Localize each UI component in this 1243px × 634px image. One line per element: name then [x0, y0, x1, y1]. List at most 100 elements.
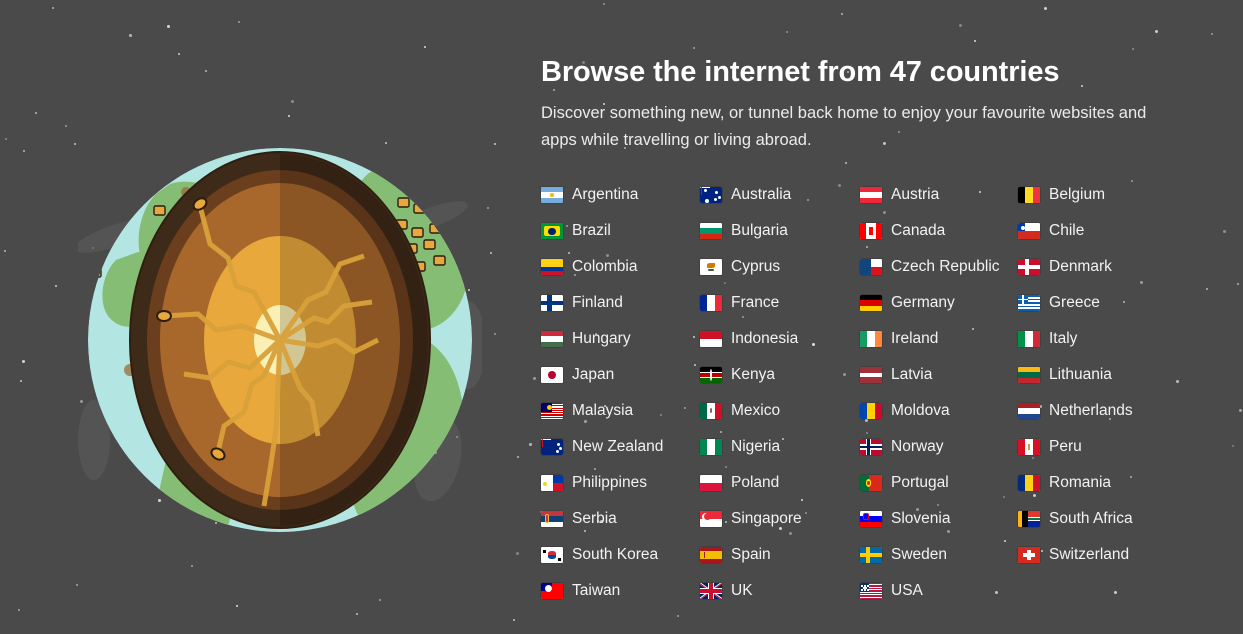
star-dot	[494, 333, 496, 335]
star-dot	[487, 207, 489, 209]
flag-ar-icon	[541, 187, 563, 203]
country-item-us[interactable]: USA	[860, 573, 1018, 609]
country-item-md[interactable]: Moldova	[860, 393, 1018, 429]
flag-fi-icon	[541, 295, 563, 311]
country-label: South Korea	[572, 546, 659, 564]
star-dot	[288, 115, 290, 117]
country-item-ke[interactable]: Kenya	[700, 357, 860, 393]
flag-ro-icon	[1018, 475, 1040, 491]
country-label: Italy	[1049, 330, 1078, 348]
country-label: UK	[731, 582, 753, 600]
country-label: Colombia	[572, 258, 638, 276]
country-label: Argentina	[572, 186, 639, 204]
country-item-es[interactable]: Spain	[700, 537, 860, 573]
globe-illustration	[78, 140, 482, 540]
country-item-sg[interactable]: Singapore	[700, 501, 860, 537]
country-label: Netherlands	[1049, 402, 1133, 420]
country-item-co[interactable]: Colombia	[541, 249, 700, 285]
country-item-lv[interactable]: Latvia	[860, 357, 1018, 393]
country-label: Kenya	[731, 366, 775, 384]
star-dot	[167, 25, 170, 28]
country-item-my[interactable]: Malaysia	[541, 393, 700, 429]
star-dot	[22, 360, 25, 363]
country-item-gr[interactable]: Greece	[1018, 285, 1178, 321]
country-item-ca[interactable]: Canada	[860, 213, 1018, 249]
country-label: Switzerland	[1049, 546, 1130, 564]
country-item-be[interactable]: Belgium	[1018, 177, 1178, 213]
country-item-fr[interactable]: France	[700, 285, 860, 321]
flag-br-icon	[541, 223, 563, 239]
country-item-no[interactable]: Norway	[860, 429, 1018, 465]
country-item-br[interactable]: Brazil	[541, 213, 700, 249]
flag-no-icon	[860, 439, 882, 455]
star-dot	[356, 613, 358, 615]
country-label: Romania	[1049, 474, 1112, 492]
country-item-nz[interactable]: New Zealand	[541, 429, 700, 465]
country-item-cl[interactable]: Chile	[1018, 213, 1178, 249]
country-item-au[interactable]: Australia	[700, 177, 860, 213]
country-item-dk[interactable]: Denmark	[1018, 249, 1178, 285]
country-item-pl[interactable]: Poland	[700, 465, 860, 501]
country-item-tw[interactable]: Taiwan	[541, 573, 700, 609]
country-item-at[interactable]: Austria	[860, 177, 1018, 213]
country-label: Lithuania	[1049, 366, 1112, 384]
country-item-ar[interactable]: Argentina	[541, 177, 700, 213]
country-item-ch[interactable]: Switzerland	[1018, 537, 1178, 573]
flag-gr-icon	[1018, 295, 1040, 311]
country-label: Cyprus	[731, 258, 781, 276]
country-item-hu[interactable]: Hungary	[541, 321, 700, 357]
country-item-fi[interactable]: Finland	[541, 285, 700, 321]
country-item-it[interactable]: Italy	[1018, 321, 1178, 357]
country-label: Australia	[731, 186, 792, 204]
country-item-ro[interactable]: Romania	[1018, 465, 1178, 501]
flag-cz-icon	[860, 259, 882, 275]
country-item-de[interactable]: Germany	[860, 285, 1018, 321]
star-dot	[786, 31, 788, 33]
country-item-kr[interactable]: South Korea	[541, 537, 700, 573]
country-label: Spain	[731, 546, 771, 564]
country-label: Latvia	[891, 366, 933, 384]
country-label: Ireland	[891, 330, 939, 348]
country-label: Norway	[891, 438, 944, 456]
flag-nl-icon	[1018, 403, 1040, 419]
flag-za-icon	[1018, 511, 1040, 527]
country-item-cz[interactable]: Czech Republic	[860, 249, 1018, 285]
country-item-nl[interactable]: Netherlands	[1018, 393, 1178, 429]
star-dot	[4, 250, 6, 252]
country-label: Poland	[731, 474, 780, 492]
star-dot	[494, 143, 496, 145]
flag-si-icon	[860, 511, 882, 527]
flag-ph-icon	[541, 475, 563, 491]
country-item-rs[interactable]: Serbia	[541, 501, 700, 537]
country-item-mx[interactable]: Mexico	[700, 393, 860, 429]
star-dot	[603, 3, 605, 5]
flag-my-icon	[541, 403, 563, 419]
country-item-si[interactable]: Slovenia	[860, 501, 1018, 537]
country-item-id[interactable]: Indonesia	[700, 321, 860, 357]
country-item-cy[interactable]: Cyprus	[700, 249, 860, 285]
country-item-ng[interactable]: Nigeria	[700, 429, 860, 465]
country-label: Germany	[891, 294, 955, 312]
country-item-ph[interactable]: Philippines	[541, 465, 700, 501]
country-item-lt[interactable]: Lithuania	[1018, 357, 1178, 393]
flag-md-icon	[860, 403, 882, 419]
flag-fr-icon	[700, 295, 722, 311]
country-label: Serbia	[572, 510, 617, 528]
star-dot	[1237, 283, 1239, 285]
country-item-bg[interactable]: Bulgaria	[700, 213, 860, 249]
country-label: Moldova	[891, 402, 950, 420]
country-item-za[interactable]: South Africa	[1018, 501, 1178, 537]
country-item-jp[interactable]: Japan	[541, 357, 700, 393]
country-label: Peru	[1049, 438, 1082, 456]
country-item-pt[interactable]: Portugal	[860, 465, 1018, 501]
country-item-gb[interactable]: UK	[700, 573, 860, 609]
country-item-pe[interactable]: Peru	[1018, 429, 1178, 465]
star-dot	[513, 619, 515, 621]
star-dot	[238, 21, 240, 23]
country-item-ie[interactable]: Ireland	[860, 321, 1018, 357]
country-item-se[interactable]: Sweden	[860, 537, 1018, 573]
country-label: South Africa	[1049, 510, 1133, 528]
flag-cl-icon	[1018, 223, 1040, 239]
star-dot	[693, 47, 695, 49]
country-label: Singapore	[731, 510, 802, 528]
